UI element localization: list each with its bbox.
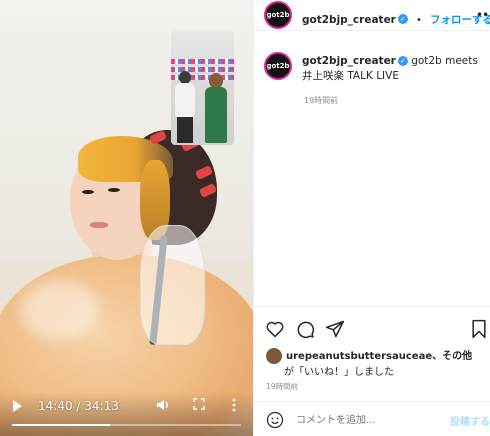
post-panel: got2b got2bjp_creater✓ • フォローする ••• got2… bbox=[253, 0, 490, 436]
more-options-icon[interactable]: ••• bbox=[476, 8, 490, 22]
video-eye bbox=[108, 188, 120, 192]
share-icon[interactable] bbox=[325, 319, 345, 339]
avatar-logo-text: got2b bbox=[266, 11, 290, 19]
liker-avatar[interactable] bbox=[266, 348, 282, 364]
caption-avatar[interactable]: got2b bbox=[264, 52, 292, 80]
play-icon[interactable] bbox=[13, 400, 22, 412]
post-caption: got2bjp_creater ✓ got2b meets 井上咲楽 TALK L… bbox=[302, 54, 485, 84]
header-username[interactable]: got2bjp_creater bbox=[302, 14, 396, 26]
avatar-logo-text: got2b bbox=[266, 62, 290, 70]
caption-username[interactable]: got2bjp_creater bbox=[302, 55, 396, 67]
video-time: 14:40 / 34:13 bbox=[38, 399, 119, 413]
likes-others[interactable]: 、その他 bbox=[432, 351, 472, 362]
post-actions: urepeanutsbuttersauceae、その他 が「いいね！」しました … bbox=[254, 306, 490, 436]
avatar[interactable]: got2b bbox=[264, 1, 292, 29]
time-separator: / bbox=[72, 399, 85, 413]
liker-username[interactable]: urepeanutsbuttersauceae bbox=[286, 351, 432, 362]
pip-person-body bbox=[205, 87, 227, 143]
bookmark-icon[interactable] bbox=[469, 319, 489, 339]
video-progress-fill bbox=[12, 424, 111, 426]
heart-icon[interactable] bbox=[265, 319, 285, 339]
header-separator: • bbox=[415, 15, 422, 26]
post-header: got2b got2bjp_creater✓ • フォローする ••• bbox=[254, 0, 490, 31]
video-cape-shine bbox=[20, 280, 100, 340]
verified-icon: ✓ bbox=[397, 56, 408, 66]
pip-guest-video[interactable] bbox=[171, 31, 234, 145]
post-comment-button[interactable]: 投稿する bbox=[450, 413, 490, 428]
likes-text: が「いいね！」しました bbox=[284, 367, 394, 378]
pip-shelf bbox=[171, 67, 234, 72]
verified-icon: ✓ bbox=[397, 13, 408, 24]
video-eye bbox=[82, 190, 94, 194]
comment-icon[interactable] bbox=[295, 319, 315, 339]
fullscreen-icon[interactable] bbox=[193, 398, 205, 410]
pip-shelf bbox=[171, 59, 234, 64]
likes-summary: urepeanutsbuttersauceae、その他 bbox=[266, 347, 486, 364]
video-glove bbox=[140, 225, 205, 345]
emoji-icon[interactable] bbox=[266, 411, 284, 429]
live-video[interactable]: 14:40 / 34:13 bbox=[0, 0, 253, 436]
comment-input[interactable] bbox=[296, 411, 426, 429]
duration: 34:13 bbox=[84, 399, 119, 413]
caption-time: 19時間前 bbox=[304, 96, 339, 105]
pip-person-body bbox=[175, 83, 195, 119]
header-user-row: got2bjp_creater ✓ • フォローする bbox=[302, 8, 490, 27]
current-time: 14:40 bbox=[38, 399, 73, 413]
video-lips bbox=[90, 222, 108, 228]
comment-bar: 投稿する bbox=[254, 401, 490, 436]
more-vertical-icon[interactable] bbox=[232, 398, 236, 412]
post-timestamp: 19時間前 bbox=[266, 382, 299, 391]
pip-person-legs bbox=[177, 117, 193, 143]
volume-icon[interactable] bbox=[156, 398, 170, 412]
video-progress-bar[interactable] bbox=[12, 424, 241, 426]
